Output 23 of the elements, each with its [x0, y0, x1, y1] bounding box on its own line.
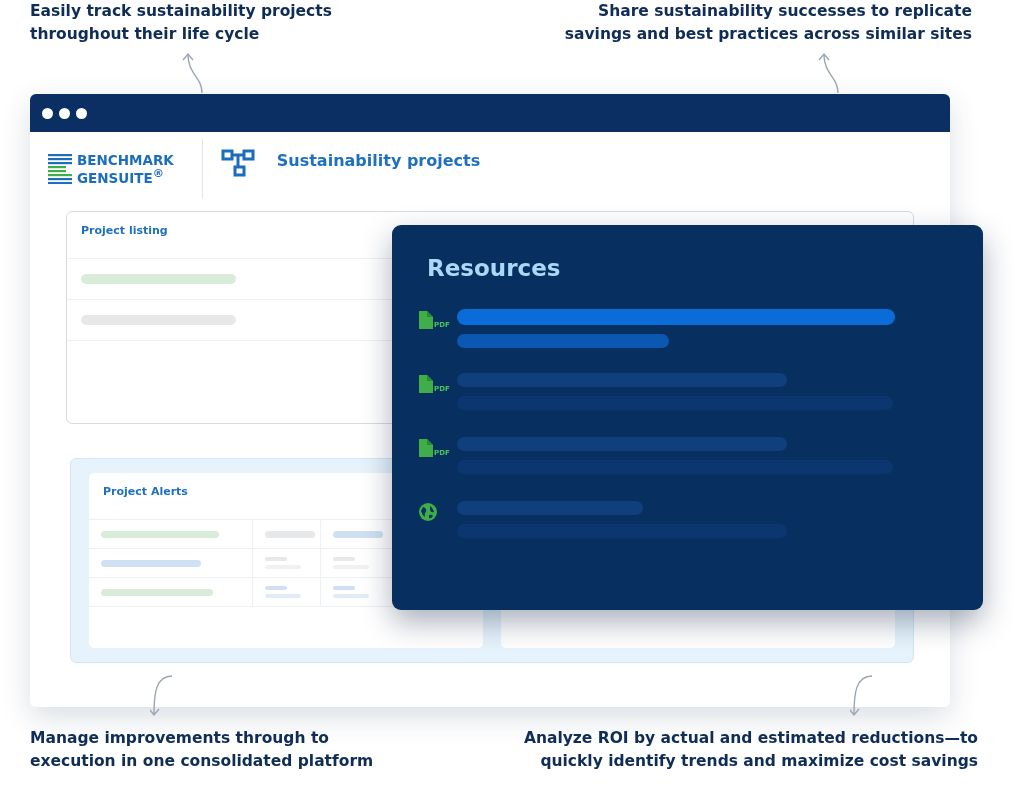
- logo-icon: [48, 154, 72, 184]
- arrow-icon: [850, 675, 874, 717]
- window-dot[interactable]: [76, 107, 87, 119]
- arrow-icon: [150, 675, 174, 717]
- globe-icon: [419, 503, 437, 521]
- window-dot[interactable]: [59, 107, 70, 119]
- arrow-icon: [182, 52, 206, 94]
- window-dot[interactable]: [42, 107, 53, 119]
- card-title: Project Alerts: [102, 484, 189, 500]
- resources-title: Resources: [427, 255, 562, 281]
- network-icon: [220, 149, 255, 177]
- page-title: Sustainability projects: [276, 150, 481, 172]
- logo-text: BENCHMARK: [77, 153, 174, 168]
- file-icon: [419, 311, 433, 329]
- file-icon: [419, 439, 433, 457]
- logo-text: GENSUITE$^{®}$: [77, 167, 165, 185]
- arrow-icon: [818, 52, 842, 94]
- callout-text: Share sustainability successes to replicate savings and best practices across similar sites: [564, 1, 972, 45]
- file-icon: [419, 375, 433, 393]
- callout-text: Manage improvements through to execution in one consolidated platform: [30, 728, 374, 772]
- card-title: Project listing: [80, 223, 169, 239]
- callout-text: Easily track sustainability projects throughout their life cycle: [30, 1, 332, 45]
- callout-text: Analyze ROI by actual and estimated reductions—to quickly identify trends and maximize cost savings: [523, 728, 978, 772]
